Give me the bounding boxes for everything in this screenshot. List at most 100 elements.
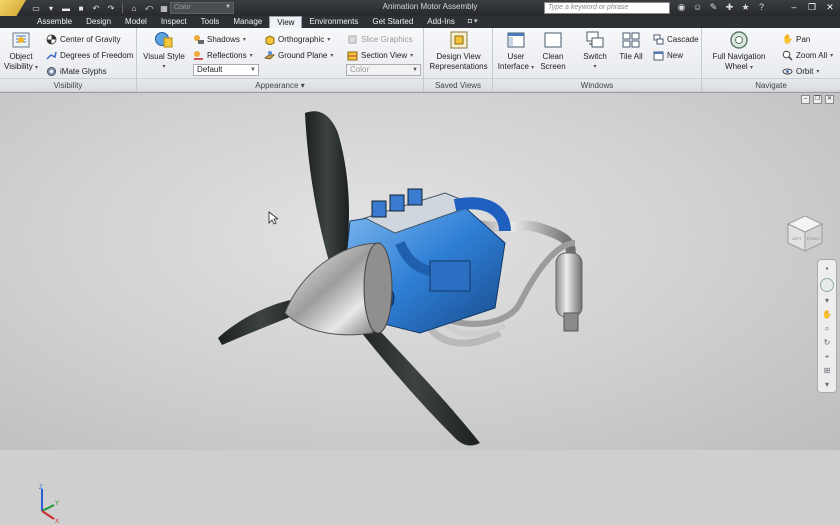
color-combo[interactable]: Color ▼ [346, 64, 421, 76]
design-view-representations-button[interactable]: Design View Representations [426, 30, 491, 72]
orbit-icon[interactable]: ↻ [822, 338, 832, 348]
object-visibility-button[interactable]: Object Visibility ▾ [3, 30, 39, 73]
measure-icon[interactable]: ▦ [158, 3, 170, 14]
imate-glyphs-button[interactable]: iMate Glyphs [46, 64, 107, 78]
look-at-icon[interactable]: ⌖ [822, 352, 832, 362]
viewcube-left-face[interactable]: LEFT [792, 236, 802, 241]
tab-get-started[interactable]: Get Started [365, 16, 420, 28]
new-window-label: New [667, 50, 684, 60]
navigate-panel-label: Navigate [702, 78, 840, 91]
new-window-button[interactable]: New [653, 48, 683, 62]
visual-style-icon [154, 30, 174, 50]
open-icon[interactable]: ▾ [45, 3, 57, 14]
viewcube[interactable]: LEFT FRONT [784, 213, 826, 255]
new-file-icon[interactable]: ▭ [30, 3, 42, 14]
user-icon[interactable]: ☺ [692, 2, 703, 13]
reflections-button[interactable]: Reflections ▾ [193, 48, 253, 62]
tile-all-button[interactable]: Tile All [614, 30, 648, 62]
pan-hand-icon: ✋ [782, 33, 794, 44]
viewcube-front-face[interactable]: FRONT [807, 236, 821, 241]
shadows-button[interactable]: Shadows ▾ [193, 32, 246, 46]
close-icon[interactable]: ✕ [824, 2, 836, 13]
switch-button[interactable]: Switch ▾ [579, 30, 611, 72]
tab-tools[interactable]: Tools [194, 16, 227, 28]
ground-plane-dropdown-icon: ▾ [330, 52, 334, 59]
chevron-down-icon: ▼ [412, 67, 418, 73]
search-input[interactable]: Type a keyword or phrase [544, 2, 670, 14]
tab-add-ins[interactable]: Add-Ins [420, 16, 462, 28]
clean-screen-button[interactable]: Clean Screen [537, 30, 569, 72]
appearance-label-text: Appearance [255, 81, 299, 90]
orthographic-button[interactable]: Orthographic ▾ [264, 32, 330, 46]
center-of-gravity-button[interactable]: Center of Gravity [46, 32, 120, 46]
save-icon[interactable]: ■ [75, 3, 87, 14]
tab-assemble[interactable]: Assemble [30, 16, 79, 28]
navbar-dropdown-icon[interactable]: ▾ [822, 296, 832, 306]
navbar-collapse-icon[interactable]: ▾ [822, 380, 832, 390]
navigate-panel: Full Navigation Wheel ▾ ✋ Pan Zoom All ▾… [702, 28, 840, 91]
ribbon: Object Visibility ▾ Center of Gravity De… [0, 28, 840, 91]
quick-access-toolbar: ▭ ▾ ▬ ■ ↶ ↷ ⌂ ⤺ ▦ [30, 2, 170, 14]
tab-manage[interactable]: Manage [226, 16, 269, 28]
degrees-of-freedom-button[interactable]: Degrees of Freedom [46, 48, 133, 62]
orbit-icon [782, 66, 793, 77]
shadows-dropdown-icon: ▾ [242, 36, 246, 43]
appearance-expand-icon[interactable]: ▾ [301, 81, 305, 90]
return-icon[interactable]: ⤺ [143, 3, 155, 14]
tab-design[interactable]: Design [79, 16, 118, 28]
orthographic-icon [264, 34, 275, 46]
folder-icon[interactable]: ▬ [60, 3, 72, 14]
ribbon-options-icon[interactable]: ◘ ▾ [462, 16, 484, 28]
minimize-icon[interactable]: – [788, 2, 800, 13]
tab-inspect[interactable]: Inspect [154, 16, 194, 28]
user-interface-button[interactable]: User Interface ▾ [497, 30, 535, 73]
appearance-panel-label: Appearance ▾ [137, 78, 423, 91]
graphics-viewport[interactable]: – ❐ ✕ LEFT FRONT ▪ ▾ ✋ ⌕ ↻ ⌖ ⊞ ▾ Z Y X [0, 92, 840, 525]
clean-screen-icon [543, 30, 563, 50]
switch-dropdown-icon: ▾ [593, 64, 597, 70]
appearance-panel: Visual Style ▾ Shadows ▾ Reflections ▾ D… [137, 28, 424, 91]
muffler [555, 252, 583, 318]
separator [122, 3, 123, 13]
wrench-icon[interactable]: ✎ [708, 2, 719, 13]
ground-plane-icon [263, 50, 276, 61]
tile-all-icon [621, 30, 641, 50]
visibility-panel: Object Visibility ▾ Center of Gravity De… [0, 28, 137, 91]
star-icon[interactable]: ★ [740, 2, 751, 13]
zoom-all-button[interactable]: Zoom All ▾ [782, 48, 833, 62]
clean-screen-label-1: Clean [542, 52, 564, 61]
favorites-icon[interactable]: ✚ [724, 2, 735, 13]
navbar-menu-icon[interactable]: ▪ [822, 264, 832, 274]
tile-all-label: Tile All [619, 52, 643, 61]
full-nav-icon[interactable]: ⊞ [822, 366, 832, 376]
steering-wheel-icon[interactable] [820, 278, 834, 292]
motor-assembly-model[interactable] [0, 93, 840, 451]
pan-hand-icon[interactable]: ✋ [822, 310, 832, 320]
home-icon[interactable]: ⌂ [128, 3, 140, 14]
redo-icon[interactable]: ↷ [105, 3, 117, 14]
pan-button[interactable]: ✋ Pan [782, 32, 810, 46]
default-style-combo[interactable]: Default ▼ [193, 64, 259, 76]
ground-plane-button[interactable]: Ground Plane ▾ [263, 48, 334, 62]
tab-model[interactable]: Model [118, 16, 154, 28]
orbit-button[interactable]: Orbit ▾ [782, 64, 819, 78]
user-interface-label-1: User [507, 52, 525, 61]
reflections-label: Reflections [207, 50, 247, 60]
visual-style-button[interactable]: Visual Style ▾ [142, 30, 186, 72]
tab-environments[interactable]: Environments [302, 16, 365, 28]
default-style-text: Default [197, 65, 223, 74]
pan-label: Pan [796, 34, 811, 44]
undo-icon[interactable]: ↶ [90, 3, 102, 14]
zoom-icon[interactable]: ⌕ [822, 324, 832, 334]
binoculars-icon[interactable]: ◉ [676, 2, 687, 13]
section-view-button[interactable]: Section View ▾ [347, 48, 413, 62]
tab-view[interactable]: View [269, 16, 303, 28]
degrees-of-freedom-label: Degrees of Freedom [60, 50, 134, 60]
cascade-button[interactable]: Cascade [653, 32, 699, 46]
full-nav-wheel-label-1: Full Navigation [712, 52, 766, 61]
color-override-combo[interactable]: Color ▼ [170, 2, 234, 14]
restore-icon[interactable]: ❐ [806, 2, 818, 13]
help-icon[interactable]: ? [756, 2, 767, 13]
slice-graphics-button[interactable]: Slice Graphics [347, 32, 413, 46]
full-navigation-wheel-button[interactable]: Full Navigation Wheel ▾ [705, 30, 773, 73]
